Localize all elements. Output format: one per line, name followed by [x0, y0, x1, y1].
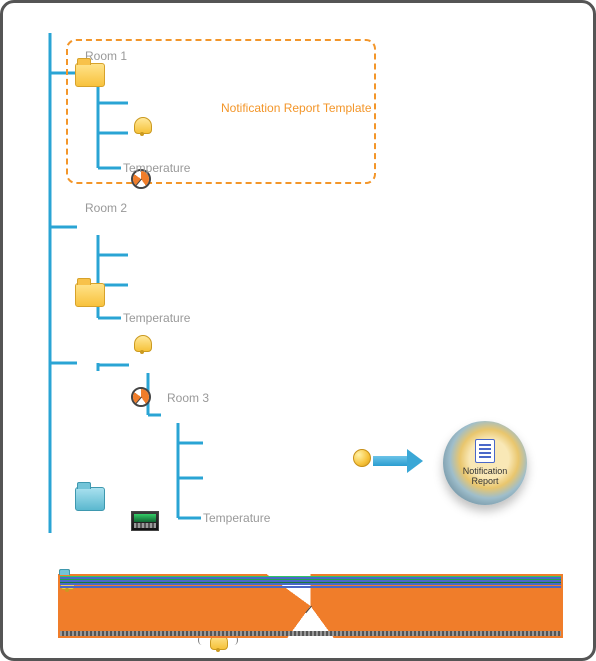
trendlog-icon [131, 387, 151, 407]
template-caption: Notification Report Template [221, 101, 372, 115]
field-server-icon [131, 511, 159, 531]
result-line1: Notification [463, 466, 508, 476]
servers-folder-icon [75, 487, 105, 511]
room2-leaf: Temperature [123, 311, 190, 325]
folder-icon [75, 63, 105, 87]
room1-label: Room 1 [85, 49, 127, 63]
room1-leaf: Temperature [123, 161, 190, 175]
diagram-frame: Notification Report Template Room 1 Temp… [0, 0, 596, 661]
folder-icon [75, 283, 105, 307]
properties-icon [353, 449, 371, 467]
notification-report-result: Notification Report [443, 421, 527, 505]
arrow-icon [373, 451, 423, 471]
room3-label: Room 3 [167, 391, 209, 405]
legend: Folder Alarm Trend log Alarm Servers fol… [58, 574, 563, 638]
room3-leaf: Temperature [203, 511, 270, 525]
report-icon [475, 439, 495, 463]
alarm-icon [131, 115, 153, 137]
room2-label: Room 2 [85, 201, 127, 215]
result-line2: Report [471, 476, 498, 486]
alarm-icon [131, 333, 153, 355]
